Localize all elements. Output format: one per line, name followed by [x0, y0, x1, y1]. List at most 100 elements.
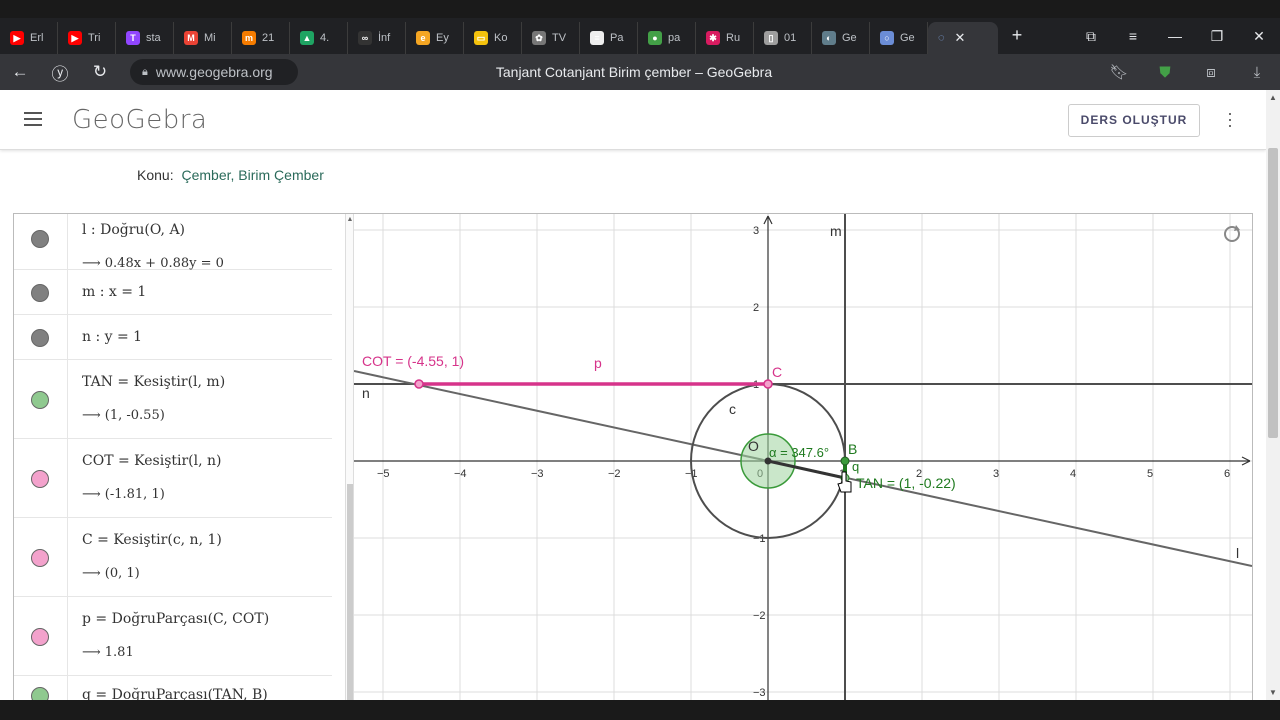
reset-view-icon[interactable] — [1224, 225, 1240, 242]
tab-label: Pa — [610, 32, 624, 44]
algebra-definition[interactable]: q = DoğruParçası(TAN, B) — [82, 687, 268, 700]
label-cot: COT = (-4.55, 1) — [362, 353, 464, 369]
algebra-row[interactable]: ⟶ (0, 1) C = Kesiştir(c, n, 1) — [14, 518, 332, 597]
page-scroll-down-icon[interactable]: ▼ — [1266, 688, 1280, 697]
browser-tab[interactable]: ✿ TV — [522, 22, 580, 54]
x-tick-label: −5 — [377, 468, 390, 480]
point-b[interactable] — [840, 456, 850, 466]
y-tick-label: −2 — [753, 610, 766, 622]
visibility-toggle[interactable] — [31, 548, 49, 567]
scroll-up-icon[interactable]: ▲ — [346, 216, 354, 223]
point-c[interactable] — [763, 379, 773, 389]
algebra-definition[interactable]: TAN = Kesiştir(l, m) — [82, 374, 225, 390]
more-options-icon[interactable]: · · · — [1222, 104, 1238, 134]
algebra-row[interactable]: m : x = 1 — [14, 270, 332, 315]
algebra-scrollbar[interactable]: ▲ — [346, 214, 354, 700]
visibility-cell — [14, 270, 68, 314]
algebra-row[interactable]: q = DoğruParçası(TAN, B) — [14, 676, 332, 700]
algebra-row[interactable]: ⟶ (1, -0.55) TAN = Kesiştir(l, m) — [14, 360, 332, 439]
visibility-toggle[interactable] — [31, 328, 49, 347]
visibility-toggle[interactable] — [31, 390, 49, 409]
x-tick-label: 5 — [1147, 468, 1153, 480]
tab-favicon-icon: ▲ — [300, 31, 314, 45]
browser-tab[interactable]: ▲ 4. — [290, 22, 348, 54]
bookmark-icon[interactable]: 🔖︎ — [1096, 63, 1142, 81]
extension-shield-icon[interactable]: ⛊ — [1142, 64, 1188, 81]
tab-search-icon[interactable]: ⧉ — [1070, 28, 1112, 45]
label-alpha: α = 347.6° — [769, 445, 829, 460]
algebra-row[interactable]: ⟶ (-1.81, 1) COT = Kesiştir(l, n) — [14, 439, 332, 518]
browser-tab[interactable]: ◐ Ge — [812, 22, 870, 54]
restore-button[interactable]: ❐ — [1196, 28, 1238, 45]
page-scrollbar[interactable]: ▲ ▼ — [1266, 90, 1280, 700]
geogebra-applet: ⟶ 0.48x + 0.88y = 0 l : Doğru(O, A) m : x … — [13, 213, 1253, 700]
algebra-row[interactable]: ⟶ 1.81 p = DoğruParçası(C, COT) — [14, 597, 332, 676]
topic-tags-link[interactable]: Çember, Birim Çember — [181, 167, 323, 183]
browser-tab[interactable]: ▯ 01 — [754, 22, 812, 54]
page-scroll-up-icon[interactable]: ▲ — [1266, 93, 1280, 102]
page-title: Tanjant Cotanjant Birim çember – GeoGebr… — [495, 64, 773, 80]
tab-favicon-icon: m — [242, 31, 256, 45]
algebra-output: ⟶ (1, -0.55) — [82, 408, 165, 423]
hamburger-menu-icon[interactable] — [24, 112, 42, 130]
label-point-c: C — [772, 364, 782, 380]
browser-tab[interactable]: Tsta — [116, 22, 174, 54]
algebra-view: ⟶ 0.48x + 0.88y = 0 l : Doğru(O, A) m : x … — [14, 214, 346, 700]
create-lesson-button[interactable]: DERS OLUŞTUR — [1068, 104, 1200, 137]
geogebra-header: GeoGebra DERS OLUŞTUR · · · — [0, 90, 1266, 150]
visibility-toggle[interactable] — [31, 469, 49, 488]
algebra-scroll-thumb[interactable] — [347, 484, 353, 700]
algebra-definition[interactable]: n : y = 1 — [82, 329, 142, 345]
new-tab-button[interactable]: + — [1006, 25, 1028, 47]
browser-tab[interactable]: ✱ Ru — [696, 22, 754, 54]
graphics-canvas[interactable]: −5−4−3−2−10123456321−1−2−3 — [354, 214, 1252, 700]
geogebra-logo[interactable]: GeoGebra — [72, 105, 207, 135]
algebra-definition[interactable]: COT = Kesiştir(l, n) — [82, 453, 222, 469]
algebra-definition[interactable]: p = DoğruParçası(C, COT) — [82, 611, 269, 627]
window-close-button[interactable]: ✕ — [1238, 28, 1280, 45]
tab-favicon-icon: ▭ — [474, 31, 488, 45]
tab-favicon-icon: e — [416, 31, 430, 45]
minimize-button[interactable]: — — [1154, 28, 1196, 44]
menu-list-icon[interactable]: ≡ — [1112, 28, 1154, 44]
algebra-definition[interactable]: l : Doğru(O, A) — [82, 222, 185, 238]
tab-favicon-icon: T — [126, 31, 140, 45]
visibility-toggle[interactable] — [31, 627, 49, 646]
label-point-o: O — [748, 438, 759, 454]
browser-tab[interactable]: ● pa — [638, 22, 696, 54]
visibility-toggle[interactable] — [31, 283, 49, 302]
collections-icon[interactable]: ⧈ — [1188, 64, 1234, 81]
graphics-view[interactable]: −5−4−3−2−10123456321−1−2−3 — [354, 214, 1252, 700]
browser-tab[interactable]: e Ey — [406, 22, 464, 54]
tab-label: Ko — [494, 32, 508, 44]
algebra-definition[interactable]: C = Kesiştir(c, n, 1) — [82, 532, 222, 548]
browser-tab-active[interactable]: ◌ ✕ — [928, 22, 998, 54]
tab-label: Tri — [88, 32, 101, 44]
page-scroll-thumb[interactable] — [1268, 148, 1278, 438]
x-tick-label: −3 — [531, 468, 544, 480]
tab-label: Mi — [204, 32, 216, 44]
browser-tab[interactable]: M Mi — [174, 22, 232, 54]
tab-label: İnf — [378, 32, 391, 44]
algebra-row[interactable]: n : y = 1 — [14, 315, 332, 360]
algebra-row[interactable]: ⟶ 0.48x + 0.88y = 0 l : Doğru(O, A) — [14, 214, 332, 271]
visibility-cell — [14, 676, 68, 700]
algebra-definition[interactable]: m : x = 1 — [82, 284, 146, 300]
browser-tab[interactable]: ▭ Ko — [464, 22, 522, 54]
point-cot[interactable] — [414, 379, 424, 389]
tick-labels: −5−4−3−2−10123456321−1−2−3 — [377, 225, 1230, 699]
browser-tab[interactable]: ▶ Erl — [0, 22, 58, 54]
browser-tab[interactable]: m 21 — [232, 22, 290, 54]
tab-label: sta — [146, 32, 161, 44]
browser-tab[interactable]: ▶ Tri — [58, 22, 116, 54]
x-tick-label: 4 — [1070, 468, 1076, 480]
visibility-cell — [14, 439, 68, 517]
topic-line: Konu: Çember, Birim Çember — [137, 167, 324, 183]
download-icon[interactable]: ⤓ — [1234, 64, 1280, 81]
browser-tab[interactable]: ≡ Pa — [580, 22, 638, 54]
browser-tab[interactable]: ∞ İnf — [348, 22, 406, 54]
visibility-toggle[interactable] — [31, 230, 49, 248]
tab-close-icon[interactable]: ✕ — [955, 30, 966, 46]
visibility-toggle[interactable] — [31, 687, 49, 700]
browser-tab[interactable]: ○ Ge — [870, 22, 928, 54]
